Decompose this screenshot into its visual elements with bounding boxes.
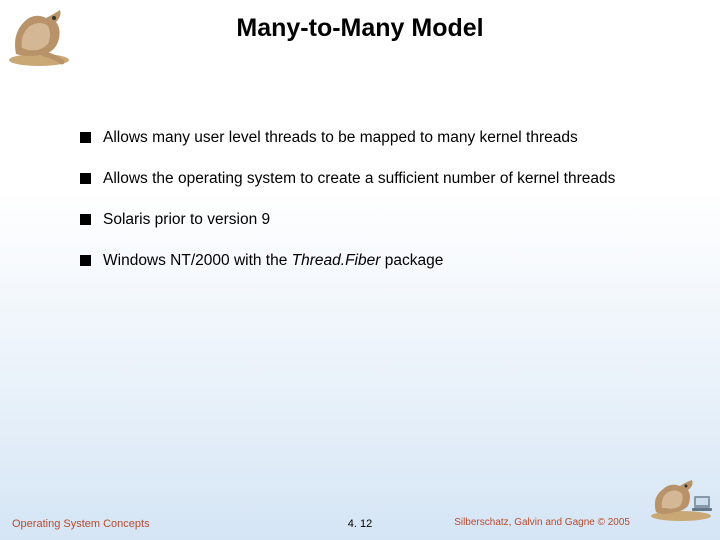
list-item-text: Windows NT/2000 with the Thread.Fiber pa… — [103, 251, 660, 272]
footer-left-text: Operating System Concepts — [12, 518, 150, 530]
list-item: Solaris prior to version 9 — [80, 210, 660, 231]
list-item-text: Allows many user level threads to be map… — [103, 128, 660, 149]
dinosaur-logo-top-left — [4, 4, 74, 68]
bullet-icon — [80, 255, 91, 266]
list-item: Allows the operating system to create a … — [80, 169, 660, 190]
bullet-icon — [80, 214, 91, 225]
footer-page-number: 4. 12 — [348, 518, 372, 530]
bullet-icon — [80, 173, 91, 184]
bullet-list: Allows many user level threads to be map… — [80, 128, 660, 292]
list-item: Allows many user level threads to be map… — [80, 128, 660, 149]
list-item-text: Solaris prior to version 9 — [103, 210, 660, 231]
list-item: Windows NT/2000 with the Thread.Fiber pa… — [80, 251, 660, 272]
dinosaur-logo-bottom-right — [646, 476, 716, 522]
slide-footer: Operating System Concepts 4. 12 Silbersc… — [0, 517, 720, 530]
footer-copyright: Silberschatz, Galvin and Gagne © 2005 — [454, 517, 630, 528]
slide-title: Many-to-Many Model — [0, 0, 720, 43]
bullet-icon — [80, 132, 91, 143]
list-item-text: Allows the operating system to create a … — [103, 169, 660, 190]
